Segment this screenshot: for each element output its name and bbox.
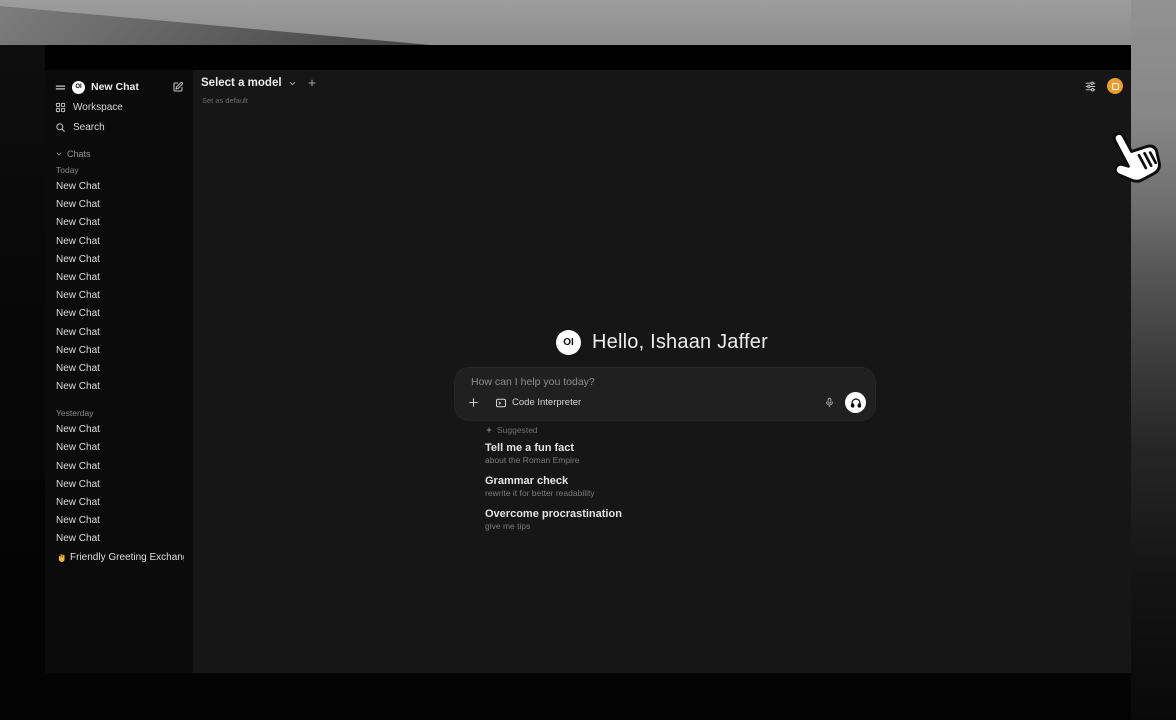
- app-logo: OI: [556, 330, 581, 355]
- chat-list-item[interactable]: New Chat: [55, 324, 184, 342]
- chat-list-item[interactable]: New Chat: [55, 214, 184, 232]
- sidebar-item-search[interactable]: Search: [55, 118, 184, 136]
- chats-section-label: Chats: [67, 149, 91, 159]
- chat-list-item[interactable]: New Chat: [55, 287, 184, 305]
- suggested-prompt[interactable]: Overcome procrastination give me tips: [485, 508, 622, 532]
- chat-list-item[interactable]: New Chat: [55, 458, 184, 476]
- user-avatar[interactable]: [1107, 78, 1123, 94]
- suggested-label: Suggested: [497, 425, 538, 435]
- chevron-down-icon: [288, 79, 297, 88]
- code-interpreter-toggle[interactable]: Code Interpreter: [495, 397, 581, 409]
- chat-list-item[interactable]: New Chat: [55, 269, 184, 287]
- search-icon: [55, 122, 66, 133]
- greeting-row: OI Hello, Ishaan Jaffer: [193, 330, 1131, 355]
- app-logo: OI: [72, 81, 85, 94]
- chevron-down-icon: [55, 150, 63, 158]
- chat-group-label-today: Today: [55, 165, 184, 175]
- screen: OI New Chat Workspace Search: [0, 0, 1176, 720]
- message-input[interactable]: [471, 376, 851, 388]
- chat-list-item[interactable]: New Chat: [55, 530, 184, 548]
- backdrop-bottom: [0, 673, 1131, 720]
- sidebar-item-label: Workspace: [73, 102, 123, 113]
- main-pane: Select a model Set as default: [193, 70, 1131, 673]
- chat-list-item[interactable]: New Chat: [55, 305, 184, 323]
- edit-new-chat-icon[interactable]: [172, 81, 184, 93]
- model-selector[interactable]: Select a model: [201, 77, 317, 89]
- greeting-text: Hello, Ishaan Jaffer: [592, 331, 768, 354]
- voice-call-button[interactable]: [845, 392, 866, 413]
- chat-list-item[interactable]: New Chat: [55, 251, 184, 269]
- suggested-prompts: Suggested Tell me a fun fact about the R…: [485, 425, 622, 541]
- chat-list-item[interactable]: New Chat: [55, 196, 184, 214]
- attach-plus-icon[interactable]: [467, 396, 480, 409]
- chat-list-item[interactable]: New Chat: [55, 476, 184, 494]
- model-selector-label: Select a model: [201, 77, 282, 89]
- suggested-prompt[interactable]: Grammar check rewrite it for better read…: [485, 475, 622, 499]
- chat-list-item[interactable]: New Chat: [55, 512, 184, 530]
- workspace-grid-icon: [55, 102, 66, 113]
- sidebar-item-label: Search: [73, 122, 105, 133]
- message-composer[interactable]: Code Interpreter: [455, 368, 875, 420]
- backdrop-left: [0, 45, 45, 720]
- suggested-prompt-title: Tell me a fun fact: [485, 442, 622, 455]
- wave-emoji-icon: [56, 553, 66, 563]
- backdrop-right: [1131, 0, 1176, 720]
- suggested-prompt-subtitle: rewrite it for better readability: [485, 488, 622, 499]
- sidebar-item-workspace[interactable]: Workspace: [55, 98, 184, 116]
- composer-toolbar: Code Interpreter: [467, 392, 866, 413]
- topbar-controls: [1084, 78, 1123, 94]
- chat-list-item-friendly-greeting[interactable]: Friendly Greeting Exchange: [55, 549, 184, 567]
- chat-list-item[interactable]: New Chat: [55, 233, 184, 251]
- settings-sliders-icon[interactable]: [1084, 80, 1097, 93]
- chat-list-item[interactable]: New Chat: [55, 494, 184, 512]
- chat-list-item[interactable]: New Chat: [55, 360, 184, 378]
- chat-list-item[interactable]: New Chat: [55, 342, 184, 360]
- suggested-prompt-title: Grammar check: [485, 475, 622, 488]
- code-interpreter-label: Code Interpreter: [512, 397, 581, 408]
- code-interpreter-icon: [495, 397, 507, 409]
- headphones-icon: [850, 397, 862, 409]
- microphone-icon[interactable]: [824, 397, 835, 408]
- chat-list-item[interactable]: New Chat: [55, 439, 184, 457]
- chats-section-header[interactable]: Chats: [55, 148, 184, 160]
- chat-list-item-label: Friendly Greeting Exchange: [70, 549, 184, 567]
- new-chat-button[interactable]: New Chat: [91, 81, 166, 93]
- suggested-header: Suggested: [485, 425, 622, 435]
- suggested-prompt[interactable]: Tell me a fun fact about the Roman Empir…: [485, 442, 622, 466]
- suggested-prompt-subtitle: about the Roman Empire: [485, 455, 622, 466]
- sidebar: OI New Chat Workspace Search: [45, 70, 193, 673]
- chat-list-yesterday: New Chat New Chat New Chat New Chat New …: [55, 421, 184, 567]
- suggested-prompt-subtitle: give me tips: [485, 521, 622, 532]
- set-as-default-link[interactable]: Set as default: [202, 96, 248, 105]
- window-top-strip: [45, 45, 1131, 70]
- sidebar-header: OI New Chat: [55, 78, 184, 96]
- add-model-icon[interactable]: [307, 78, 317, 88]
- app-window: OI New Chat Workspace Search: [45, 45, 1131, 673]
- sidebar-toggle-icon[interactable]: [55, 82, 66, 93]
- chat-list-item[interactable]: New Chat: [55, 178, 184, 196]
- chat-list-item[interactable]: New Chat: [55, 378, 184, 396]
- chat-group-label-yesterday: Yesterday: [55, 408, 184, 418]
- sparkle-icon: [485, 426, 493, 434]
- chat-list-item[interactable]: New Chat: [55, 421, 184, 439]
- chat-list-today: New Chat New Chat New Chat New Chat New …: [55, 178, 184, 396]
- avatar-glyph: [1112, 83, 1119, 90]
- suggested-prompt-title: Overcome procrastination: [485, 508, 622, 521]
